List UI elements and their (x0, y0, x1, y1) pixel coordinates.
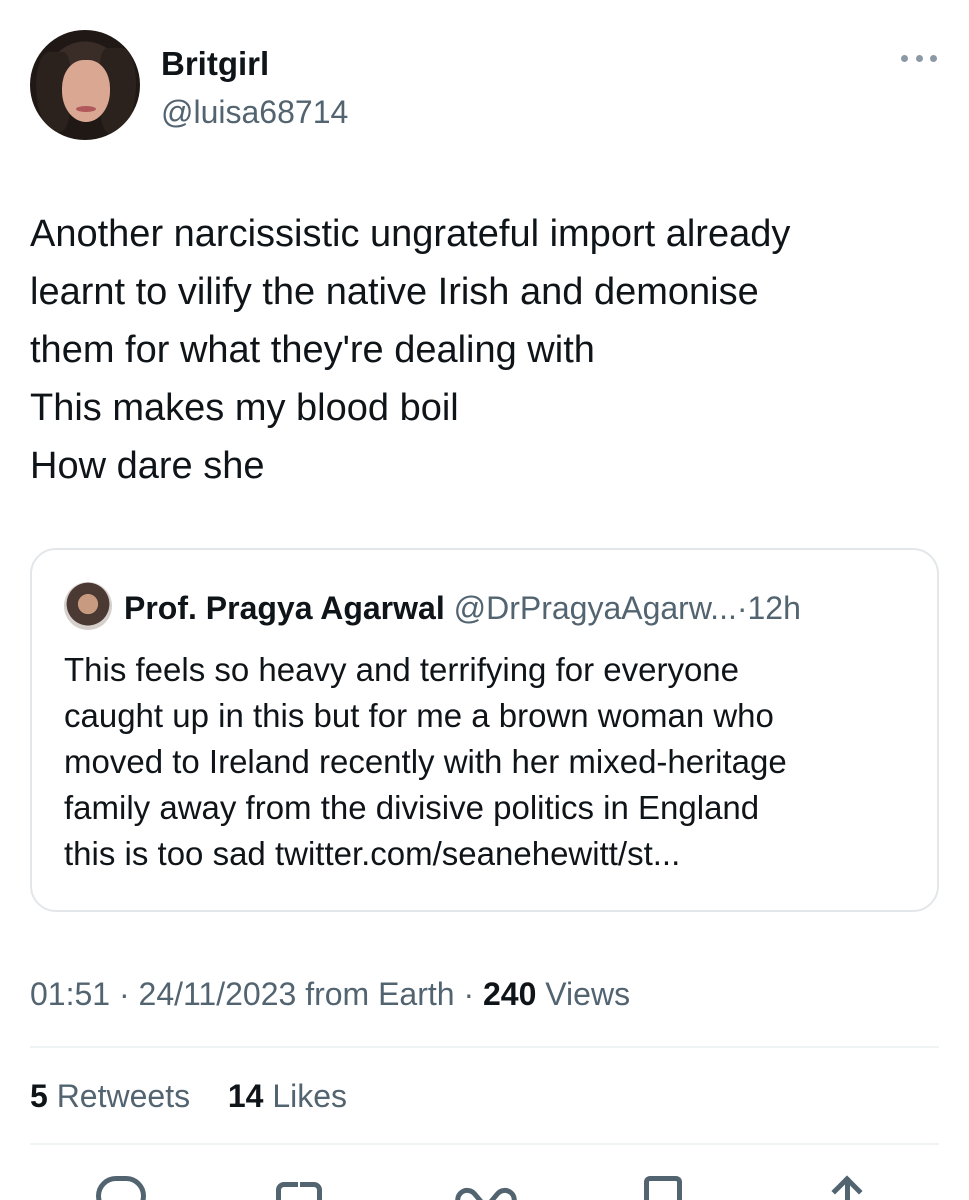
retweet-arrow-left (276, 1182, 298, 1200)
more-dot (930, 54, 937, 62)
quoted-line: family away from the divisive politics i… (64, 789, 760, 826)
quoted-author-avatar (64, 582, 112, 630)
quoted-author-name: Prof. Pragya Agarwal (124, 590, 445, 626)
avatar-face (62, 60, 110, 122)
tweet-line: learnt to vilify the native Irish and de… (30, 271, 759, 313)
likes-count: 14 (227, 1078, 264, 1114)
quoted-line: moved to Ireland recently with her mixed… (64, 743, 787, 780)
avatar-lips (76, 106, 96, 112)
author-display-name[interactable]: Britgirl (161, 44, 269, 84)
divider (30, 1046, 939, 1048)
retweet-icon[interactable] (272, 1176, 326, 1200)
meta-separator: · (463, 976, 475, 1012)
views-count: 240 (483, 976, 537, 1012)
tweet-line: This makes my blood boil (30, 387, 459, 429)
likes-label: Likes (272, 1078, 348, 1114)
quoted-tweet-header: Prof. Pragya Agarwal @DrPragyaAgarw...·1… (124, 588, 801, 628)
heart-right (484, 1183, 522, 1200)
engagement-stats: 5 Retweets 14 Likes (30, 1075, 347, 1117)
tweet-meta: 01:51 · 24/11/2023 from Earth · 240 View… (30, 973, 630, 1015)
tweet-line: Another narcissistic ungrateful import a… (30, 213, 791, 255)
quoted-tweet-card[interactable]: Prof. Pragya Agarwal @DrPragyaAgarw...·1… (30, 548, 939, 912)
reply-icon[interactable] (96, 1176, 146, 1200)
retweets-count: 5 (30, 1078, 48, 1114)
author-handle[interactable]: @luisa68714 (161, 92, 348, 132)
action-bar (0, 1168, 969, 1200)
heart-left (450, 1183, 488, 1200)
like-icon[interactable] (450, 1176, 522, 1200)
retweets-stat[interactable]: 5 Retweets (30, 1078, 199, 1114)
tweet-header: Britgirl @luisa68714 (30, 30, 939, 142)
author-avatar[interactable] (30, 30, 140, 140)
likes-stat[interactable]: 14 Likes (228, 1078, 347, 1114)
share-icon[interactable] (830, 1175, 866, 1200)
more-horizontal-icon[interactable] (901, 50, 937, 66)
quoted-author-handle: @DrPragyaAgarw... (453, 590, 737, 626)
retweet-arrow-right (300, 1182, 322, 1200)
retweets-label: Retweets (56, 1078, 191, 1114)
tweet-date[interactable]: 24/11/2023 (139, 976, 297, 1012)
meta-separator: · (118, 976, 130, 1012)
quoted-line: caught up in this but for me a brown wom… (64, 697, 774, 734)
tweet-text: Another narcissistic ungrateful import a… (30, 205, 930, 495)
views-label: Views (545, 976, 631, 1012)
quoted-line: this is too sad twitter.com/seanehewitt/… (64, 835, 681, 872)
quoted-timestamp: 12h (747, 590, 801, 626)
tweet-line: How dare she (30, 445, 265, 487)
divider (30, 1143, 939, 1145)
bookmark-icon[interactable] (644, 1176, 682, 1200)
quoted-separator: · (736, 590, 748, 626)
more-dot (901, 54, 908, 62)
more-dot (915, 54, 923, 62)
tweet-time[interactable]: 01:51 (30, 976, 110, 1012)
quoted-tweet-text: This feels so heavy and terrifying for e… (64, 647, 924, 877)
tweet-source: from Earth (305, 976, 455, 1012)
share-arrowhead (831, 1175, 863, 1200)
tweet-line: them for what they're dealing with (30, 329, 595, 371)
quoted-line: This feels so heavy and terrifying for e… (64, 651, 740, 688)
